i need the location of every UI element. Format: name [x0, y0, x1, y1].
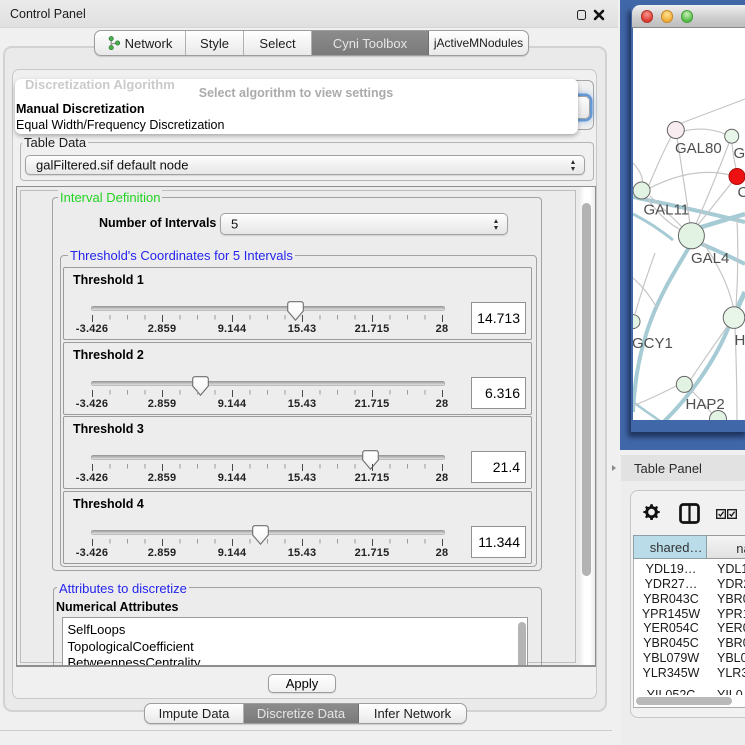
svg-text:G.: G. [734, 145, 745, 162]
svg-text:GAL11: GAL11 [644, 202, 690, 219]
svg-text:HAP2: HAP2 [686, 396, 725, 413]
svg-text:GAL4: GAL4 [691, 250, 729, 267]
svg-text:GCY1: GCY1 [633, 335, 673, 352]
svg-text:H: H [735, 332, 745, 349]
svg-text:C: C [738, 184, 745, 201]
svg-text:GAL80: GAL80 [675, 140, 722, 157]
